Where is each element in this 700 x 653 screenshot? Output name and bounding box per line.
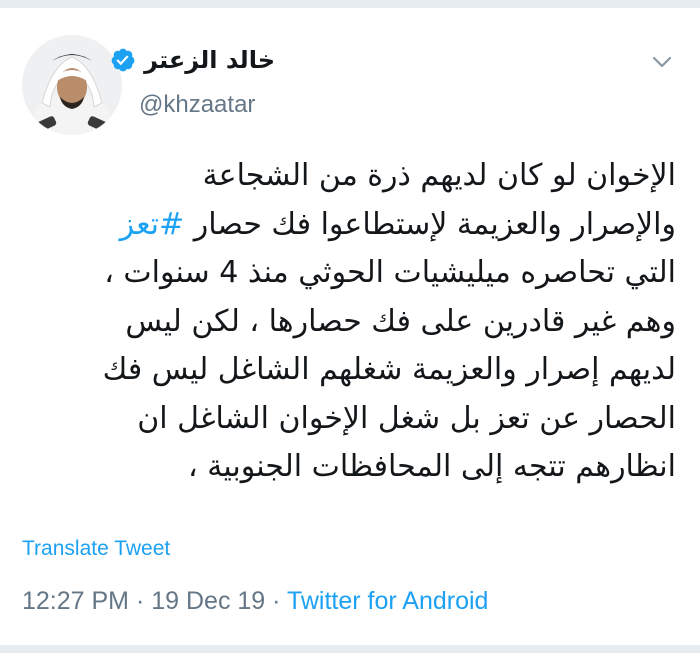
meta-separator: · <box>129 587 152 615</box>
tweet-line: انظارهم تتجه إلى المحافظات الجنوبية ، <box>188 449 676 484</box>
tweet-line: وهم غير قادرين على فك حصارها ، لكن ليس <box>125 303 676 339</box>
author-handle[interactable]: @khzaatar <box>139 91 255 119</box>
tweet-text: الإخوان لو كان لديهم ذرة من الشجاعة والإ… <box>16 152 676 492</box>
bottom-divider <box>0 645 700 653</box>
tweet-line: الحصار عن تعز بل شغل الإخوان الشاغل ان <box>137 400 676 436</box>
hashtag-link[interactable]: #تعز <box>120 207 185 242</box>
meta-separator: · <box>265 587 287 615</box>
chevron-down-icon[interactable] <box>650 50 674 74</box>
translate-tweet-link[interactable]: Translate Tweet <box>22 537 170 561</box>
avatar[interactable] <box>22 35 122 135</box>
tweet-line: التي تحاصره ميليشيات الحوثي منذ 4 سنوات … <box>104 255 676 290</box>
tweet-time[interactable]: 12:27 PM <box>22 587 129 615</box>
tweet-metadata: 12:27 PM · 19 Dec 19 · Twitter for Andro… <box>22 587 488 616</box>
tweet-date[interactable]: 19 Dec 19 <box>151 587 265 615</box>
top-divider <box>0 0 700 8</box>
tweet-line: لديهم إصرار والعزيمة شغلهم الشاغل ليس فك <box>102 352 676 387</box>
verified-badge-icon <box>110 47 136 73</box>
tweet-line: والإصرار والعزيمة لإستطاعوا فك حصار #تعز <box>16 201 676 250</box>
tweet-source-link[interactable]: Twitter for Android <box>287 587 488 615</box>
tweet-line: الإخوان لو كان لديهم ذرة من الشجاعة <box>202 158 676 193</box>
author-name-row[interactable]: خالد الزعتر <box>110 45 275 75</box>
author-name: خالد الزعتر <box>144 46 275 74</box>
tweet-line-text: والإصرار والعزيمة لإستطاعوا فك حصار <box>184 206 676 242</box>
avatar-image <box>22 35 122 135</box>
